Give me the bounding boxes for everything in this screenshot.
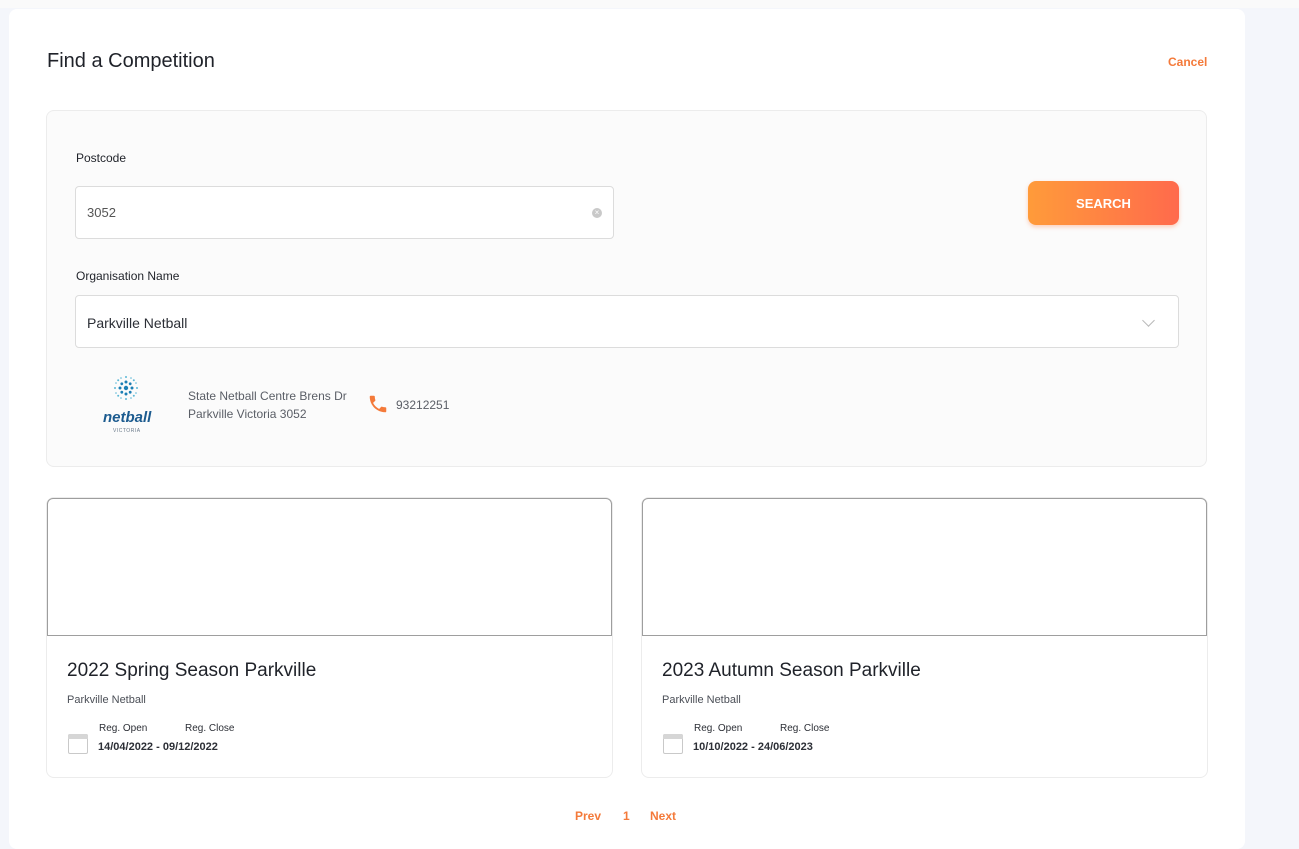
organisation-name-label: Organisation Name — [76, 269, 180, 283]
calendar-icon — [663, 734, 683, 754]
phone-icon — [369, 395, 387, 413]
reg-close-label: Reg. Close — [185, 723, 235, 734]
competition-card[interactable]: 2023 Autumn Season Parkville Parkville N… — [641, 497, 1208, 778]
reg-open-label: Reg. Open — [694, 723, 743, 734]
netball-victoria-logo: netball VICTORIA — [101, 373, 151, 435]
reg-close-label: Reg. Close — [780, 723, 830, 734]
logo-dots-icon — [114, 376, 138, 400]
pagination-prev[interactable]: Prev — [575, 809, 601, 823]
competition-image — [642, 498, 1207, 636]
top-strip — [0, 0, 1299, 8]
organisation-phone: 93212251 — [396, 398, 450, 412]
chevron-down-icon — [1142, 314, 1155, 327]
clear-icon[interactable]: × — [592, 208, 602, 218]
organisation-address: State Netball Centre Brens Dr Parkville … — [188, 389, 347, 421]
registration-dates: 10/10/2022 - 24/06/2023 — [693, 741, 813, 753]
pagination-next[interactable]: Next — [650, 809, 676, 823]
logo-wordmark: netball — [103, 409, 152, 426]
postcode-label: Postcode — [76, 151, 127, 165]
cancel-link[interactable]: Cancel — [1168, 55, 1207, 69]
competition-organisation: Parkville Netball — [662, 694, 741, 706]
pagination-page-1[interactable]: 1 — [623, 809, 630, 823]
search-button[interactable]: SEARCH — [1028, 181, 1179, 225]
logo-subtitle: VICTORIA — [113, 428, 141, 434]
competition-image — [47, 498, 612, 636]
search-panel: Postcode 3052 × SEARCH Organisation Name… — [46, 110, 1207, 467]
competition-name: 2022 Spring Season Parkville — [67, 660, 317, 681]
competition-organisation: Parkville Netball — [67, 694, 146, 706]
competition-name: 2023 Autumn Season Parkville — [662, 660, 921, 681]
competition-card[interactable]: 2022 Spring Season Parkville Parkville N… — [46, 497, 613, 778]
organisation-select-value: Parkville Netball — [87, 315, 188, 331]
organisation-select[interactable]: Parkville Netball — [75, 295, 1179, 348]
page-title: Find a Competition — [47, 50, 215, 72]
reg-open-label: Reg. Open — [99, 723, 148, 734]
postcode-input[interactable]: 3052 × — [75, 186, 614, 239]
postcode-value: 3052 — [87, 205, 116, 220]
registration-dates: 14/04/2022 - 09/12/2022 — [98, 741, 218, 753]
calendar-icon — [68, 734, 88, 754]
